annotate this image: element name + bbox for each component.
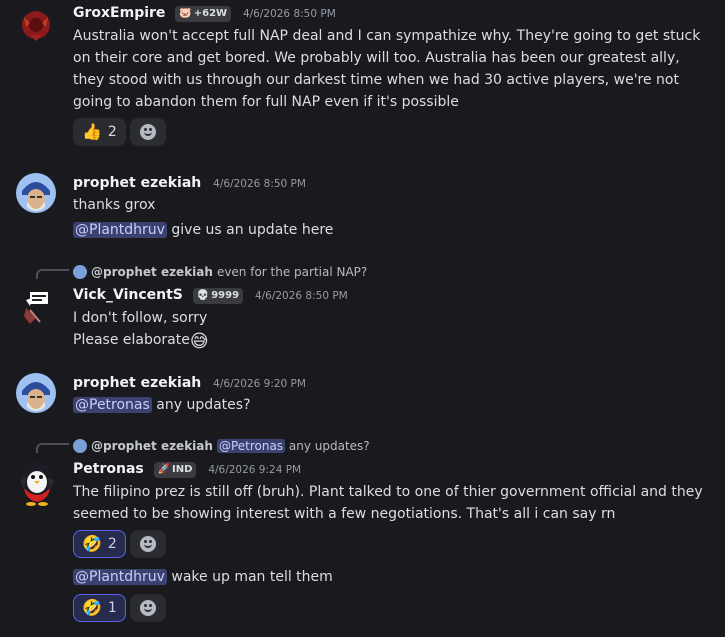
reply-spine bbox=[36, 443, 69, 453]
thumbs-up-icon: 👍 bbox=[82, 122, 102, 141]
sweat-smile-icon: 😅 bbox=[189, 331, 209, 352]
author-name[interactable]: prophet ezekiah 4/6/2026 8:50 PM bbox=[73, 175, 306, 191]
rofl-icon: 🤣 bbox=[82, 598, 102, 617]
pig-icon: 🐷 bbox=[179, 8, 192, 19]
author-label[interactable]: Petronas bbox=[73, 461, 144, 477]
reaction-count: 2 bbox=[107, 124, 117, 140]
reaction-rofl[interactable]: 🤣 1 bbox=[73, 594, 126, 622]
timestamp: 4/6/2026 9:24 PM bbox=[208, 464, 302, 476]
chat-window: GroxEmpire 🐷 +62W 4/6/2026 8:50 PM Austra… bbox=[0, 0, 725, 637]
server-tag[interactable]: 🚀 IND bbox=[153, 462, 197, 478]
message-text: @Petronas any updates? bbox=[73, 397, 251, 413]
timestamp: 4/6/2026 8:50 PM bbox=[213, 178, 306, 190]
author-name[interactable]: Vick_VincentS 💀 9999 4/6/2026 8:50 PM bbox=[73, 287, 348, 304]
reaction-count: 2 bbox=[107, 536, 117, 552]
add-reaction-button[interactable] bbox=[129, 594, 166, 622]
reaction-rofl[interactable]: 🤣 2 bbox=[73, 530, 126, 558]
reply-preview[interactable]: @prophet ezekiah @Petronas any updates? bbox=[73, 438, 370, 454]
author-label[interactable]: Vick_VincentS bbox=[73, 287, 183, 303]
server-tag[interactable]: 🐷 +62W bbox=[175, 6, 232, 22]
author-label[interactable]: prophet ezekiah bbox=[73, 375, 201, 391]
timestamp: 4/6/2026 8:50 PM bbox=[254, 290, 348, 302]
avatar-petronas[interactable] bbox=[14, 458, 60, 506]
message-text: thanks grox bbox=[73, 197, 156, 213]
message-text: on their core and get bored. We probably… bbox=[73, 50, 680, 66]
avatar-groxempire[interactable] bbox=[16, 5, 56, 45]
message-text: I don't follow, sorry bbox=[73, 310, 208, 326]
user-mention[interactable]: @Petronas bbox=[216, 439, 286, 453]
message-text: seemed to be showing interest with a few… bbox=[73, 506, 616, 522]
reaction-count: 1 bbox=[107, 600, 117, 616]
timestamp: 4/6/2026 9:20 PM bbox=[213, 378, 306, 390]
reactions-bar: 👍 2 bbox=[73, 118, 166, 148]
author-name[interactable]: prophet ezekiah 4/6/2026 9:20 PM bbox=[73, 375, 306, 391]
reply-avatar bbox=[73, 265, 87, 279]
skull-icon: 💀 bbox=[196, 290, 210, 301]
message-text: they stood with us through our darkest t… bbox=[73, 72, 679, 88]
message-text: The filipino prez is still off (bruh). P… bbox=[73, 484, 703, 500]
timestamp: 4/6/2026 8:50 PM bbox=[242, 8, 336, 20]
message-text: Please elaborate😅 bbox=[73, 331, 209, 352]
reactions-bar: 🤣 1 bbox=[73, 594, 166, 624]
user-mention[interactable]: @Plantdhruv bbox=[73, 569, 167, 585]
message-text: @Plantdhruv give us an update here bbox=[73, 222, 334, 238]
reactions-bar: 🤣 2 bbox=[73, 530, 166, 560]
author-label[interactable]: GroxEmpire bbox=[73, 5, 165, 21]
avatar-prophet-ezekiah[interactable] bbox=[16, 373, 56, 413]
reply-avatar bbox=[73, 439, 87, 453]
reaction-thumbs-up[interactable]: 👍 2 bbox=[73, 118, 126, 146]
author-name[interactable]: GroxEmpire 🐷 +62W 4/6/2026 8:50 PM bbox=[73, 5, 336, 22]
user-mention[interactable]: @Plantdhruv bbox=[73, 222, 167, 238]
add-reaction-button[interactable] bbox=[129, 530, 166, 558]
avatar-prophet-ezekiah[interactable] bbox=[16, 173, 56, 213]
rocket-icon: 🚀 bbox=[157, 464, 171, 475]
message-text: Australia won't accept full NAP deal and… bbox=[73, 28, 701, 44]
add-reaction-button[interactable] bbox=[129, 118, 166, 146]
author-label[interactable]: prophet ezekiah bbox=[73, 175, 201, 191]
avatar-vick-vincents[interactable] bbox=[16, 288, 56, 328]
reply-spine bbox=[36, 269, 69, 279]
author-name[interactable]: Petronas 🚀 IND 4/6/2026 9:24 PM bbox=[73, 461, 301, 478]
reply-preview[interactable]: @prophet ezekiah even for the partial NAP… bbox=[73, 264, 367, 280]
message-text: @Plantdhruv wake up man tell them bbox=[73, 569, 333, 585]
user-mention[interactable]: @Petronas bbox=[73, 397, 152, 413]
message-text: going to abandon them for full NAP even … bbox=[73, 94, 459, 110]
rofl-icon: 🤣 bbox=[82, 534, 102, 553]
server-tag[interactable]: 💀 9999 bbox=[192, 288, 244, 304]
